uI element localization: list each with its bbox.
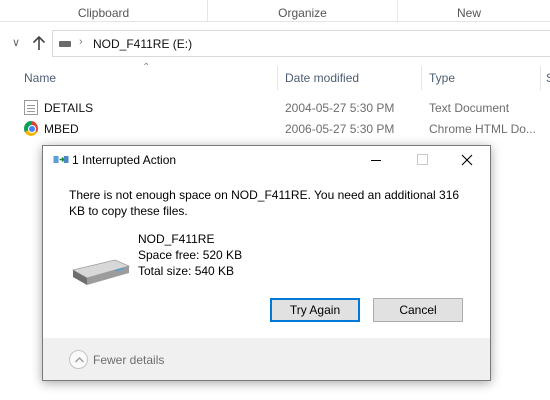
text-document-icon xyxy=(24,100,38,115)
column-header-name[interactable]: Name xyxy=(24,71,56,85)
total-size: Total size: 540 KB xyxy=(138,264,235,278)
sort-ascending-icon: ⌃ xyxy=(142,62,151,73)
cancel-button[interactable]: Cancel xyxy=(373,298,463,322)
column-header-date-modified[interactable]: Date modified xyxy=(285,71,359,85)
file-copy-icon xyxy=(53,156,69,163)
chrome-icon xyxy=(24,121,38,136)
drive-icon xyxy=(59,41,71,47)
column-divider[interactable] xyxy=(277,66,278,90)
close-button[interactable] xyxy=(444,146,490,174)
file-date-modified: 2004-05-27 5:30 PM xyxy=(285,101,395,115)
column-divider[interactable] xyxy=(540,66,541,90)
close-icon xyxy=(461,154,473,166)
file-name: MBED xyxy=(44,122,79,136)
file-name: DETAILS xyxy=(44,101,94,115)
column-headers: ⌃ Name Date modified Type S xyxy=(0,62,550,92)
dialog-content: There is not enough space on NOD_F411RE.… xyxy=(43,174,490,338)
ribbon-group-labels: Clipboard Organize New xyxy=(0,0,550,22)
ribbon-group-new: New xyxy=(456,6,481,20)
file-row-details[interactable]: DETAILS 2004-05-27 5:30 PM Text Document xyxy=(0,97,550,118)
dialog-footer: Fewer details xyxy=(43,338,490,380)
column-header-type[interactable]: Type xyxy=(429,71,455,85)
ribbon-group-clipboard: Clipboard xyxy=(0,0,208,22)
fewer-details-label[interactable]: Fewer details xyxy=(93,353,164,367)
ribbon-group-organize: Organize xyxy=(208,0,398,22)
chevron-up-icon[interactable] xyxy=(69,350,88,369)
breadcrumb-separator-icon[interactable]: › xyxy=(79,36,83,48)
navigation-bar: ∨ › NOD_F411RE (E:) xyxy=(0,28,550,60)
address-path[interactable]: NOD_F411RE (E:) xyxy=(93,37,192,51)
file-row-mbed[interactable]: MBED 2006-05-27 5:30 PM Chrome HTML Do..… xyxy=(0,118,550,139)
space-free: Space free: 520 KB xyxy=(138,248,243,262)
up-arrow-icon[interactable] xyxy=(30,33,48,53)
hard-drive-icon xyxy=(72,259,131,285)
file-type: Chrome HTML Do... xyxy=(429,122,536,136)
address-bar[interactable]: › NOD_F411RE (E:) xyxy=(52,30,550,57)
recent-locations-chevron-icon[interactable]: ∨ xyxy=(12,36,20,49)
drive-info: NOD_F411RE Space free: 520 KB Total size… xyxy=(138,231,242,279)
column-divider[interactable] xyxy=(421,66,422,90)
dialog-title: 1 Interrupted Action xyxy=(72,153,177,167)
interrupted-action-dialog: 1 Interrupted Action There is not enough… xyxy=(42,145,491,381)
file-date-modified: 2006-05-27 5:30 PM xyxy=(285,122,395,136)
try-again-button[interactable]: Try Again xyxy=(270,298,360,322)
maximize-button[interactable] xyxy=(399,146,445,174)
dialog-titlebar[interactable]: 1 Interrupted Action xyxy=(43,146,490,174)
error-message: There is not enough space on NOD_F411RE.… xyxy=(69,188,460,218)
drive-name: NOD_F411RE xyxy=(138,232,215,246)
file-type: Text Document xyxy=(429,101,510,115)
column-header-size[interactable]: S xyxy=(546,71,550,85)
minimize-button[interactable] xyxy=(353,146,399,174)
